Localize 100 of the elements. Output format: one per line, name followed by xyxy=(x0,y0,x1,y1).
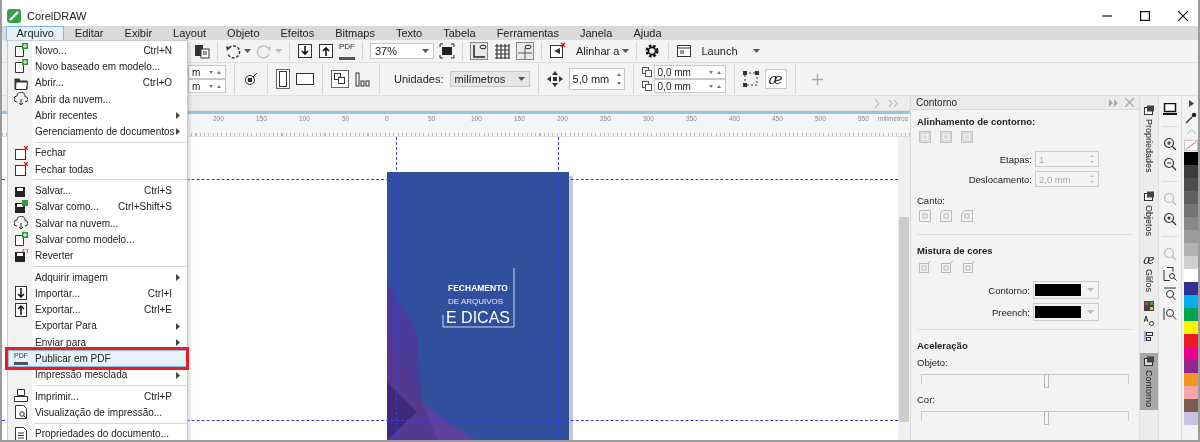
menu-item[interactable]: Efeitos xyxy=(270,25,325,41)
zoom-in-icon[interactable] xyxy=(1163,137,1177,151)
zoom-out-icon[interactable] xyxy=(1163,157,1177,171)
blend-direction-icon[interactable] xyxy=(963,260,976,273)
caret-icon[interactable] xyxy=(244,49,251,53)
docker-tab[interactable]: Objetos xyxy=(1140,187,1158,239)
monitor-icon[interactable] xyxy=(1163,103,1177,116)
color-swatch[interactable] xyxy=(1184,373,1198,386)
menu-item[interactable]: Visualização de impressão... xyxy=(8,404,187,421)
current-page-icon[interactable] xyxy=(355,71,371,87)
portrait-page-icon[interactable] xyxy=(276,69,290,89)
menu-item[interactable]: Ferramentas xyxy=(486,25,570,41)
color-swatch[interactable] xyxy=(1184,334,1198,347)
menu-item[interactable]: Texto xyxy=(385,25,433,41)
snap-to-menu[interactable]: Alinhar a xyxy=(576,45,620,57)
slider-thumb[interactable] xyxy=(1043,374,1049,388)
duplicate-offset-field[interactable]: 0,0 mm xyxy=(653,65,726,79)
corner-style-icon[interactable] xyxy=(961,210,973,222)
menu-item[interactable]: Exportar... Ctrl+E xyxy=(8,301,187,318)
menu-item[interactable]: Fechar xyxy=(8,144,187,162)
color-swatch[interactable] xyxy=(1184,217,1198,230)
grid-icon[interactable] xyxy=(493,42,511,60)
maximize-icon[interactable] xyxy=(1140,11,1150,21)
collapse-icon[interactable] xyxy=(1109,98,1119,107)
menu-item[interactable]: Gerenciamento de documentos xyxy=(8,123,187,140)
units-dropdown[interactable]: milímetros xyxy=(449,71,530,87)
color-swatch[interactable] xyxy=(1184,191,1198,204)
color-swatch[interactable] xyxy=(1184,204,1198,217)
menu-item[interactable]: Janela xyxy=(569,25,623,41)
slider-thumb[interactable] xyxy=(1043,411,1049,425)
color-swatch[interactable] xyxy=(1184,165,1198,178)
outline-position-icon[interactable] xyxy=(919,131,931,143)
rulers-icon[interactable] xyxy=(470,42,488,60)
zoom-page-icon[interactable] xyxy=(1163,247,1177,261)
page-zoom-icon[interactable] xyxy=(1163,267,1177,281)
import-icon[interactable] xyxy=(297,43,313,59)
color-swatch[interactable] xyxy=(1184,412,1198,425)
menu-item[interactable]: Enviar para xyxy=(8,334,187,351)
double-chevron-icon[interactable] xyxy=(888,98,898,108)
color-swatch[interactable] xyxy=(1184,321,1198,334)
add-icon[interactable] xyxy=(811,73,823,85)
color-swatch[interactable] xyxy=(1184,230,1198,243)
caret-icon[interactable] xyxy=(752,49,760,53)
corner-style-icon[interactable] xyxy=(940,210,952,222)
zoom-all-icon[interactable] xyxy=(1163,212,1177,226)
launch-menu[interactable]: Launch xyxy=(701,45,738,57)
size-field[interactable]: m xyxy=(188,65,226,79)
undo-icon[interactable] xyxy=(225,43,241,59)
outline-position-icon[interactable] xyxy=(961,131,973,143)
color-swatch[interactable] xyxy=(1184,152,1198,165)
color-picker[interactable] xyxy=(1033,281,1099,299)
eyedropper-icon[interactable] xyxy=(1185,112,1197,124)
all-pages-icon[interactable] xyxy=(331,70,349,88)
blend-direction-icon[interactable] xyxy=(941,260,954,273)
export-icon[interactable] xyxy=(318,43,334,59)
menu-item[interactable]: Layout xyxy=(162,25,217,41)
menu-item[interactable]: Abrir... Ctrl+O xyxy=(8,74,187,91)
menu-item[interactable]: Abrir da nuvem... xyxy=(8,90,187,108)
bounding-box-icon[interactable] xyxy=(742,71,759,87)
menu-item[interactable]: Objeto xyxy=(216,25,270,41)
menu-item[interactable]: Exibir xyxy=(114,25,163,41)
menu-item[interactable]: Salvar como modelo... xyxy=(8,231,187,248)
full-screen-icon[interactable] xyxy=(439,43,455,59)
menu-item[interactable]: Abrir recentes xyxy=(8,107,187,124)
zoom-selected-icon[interactable] xyxy=(1163,192,1177,206)
color-swatch[interactable] xyxy=(1184,269,1198,282)
docker-tab[interactable]: æ Glifos xyxy=(1140,250,1158,295)
glyphs-button[interactable]: æ xyxy=(764,69,787,89)
menu-item[interactable]: Imprimir... Ctrl+P xyxy=(8,387,187,405)
close-icon[interactable] xyxy=(1178,11,1188,21)
menu-item[interactable]: Propriedades do documento... xyxy=(8,425,187,440)
menu-item[interactable]: Reverter xyxy=(8,247,187,264)
color-swatch[interactable] xyxy=(1184,282,1198,295)
node-icon[interactable] xyxy=(243,71,259,87)
menu-item[interactable]: Exportar Para xyxy=(8,317,187,335)
size-field[interactable]: m xyxy=(188,79,226,93)
menu-item[interactable]: Impressão mesclada xyxy=(8,366,187,383)
text-styles-icon[interactable] xyxy=(1144,315,1154,326)
align-icon[interactable] xyxy=(1144,330,1154,341)
color-styles-icon[interactable] xyxy=(1144,300,1154,311)
docker-tab[interactable]: Propriedades xyxy=(1140,102,1158,176)
color-swatch[interactable] xyxy=(1184,386,1198,399)
scroll-right-icon[interactable] xyxy=(874,98,880,108)
menu-item[interactable]: Salvar como... Ctrl+Shift+S xyxy=(8,198,187,215)
caret-icon[interactable] xyxy=(622,49,630,53)
redo-icon[interactable] xyxy=(256,43,272,59)
blend-direction-icon[interactable] xyxy=(919,260,932,273)
menu-item[interactable]: Editar xyxy=(64,25,115,41)
no-color-swatch[interactable] xyxy=(1184,139,1198,152)
corner-style-icon[interactable] xyxy=(919,210,931,222)
color-swatch[interactable] xyxy=(1184,243,1198,256)
palette-menu-icon[interactable] xyxy=(1188,100,1194,107)
nudge-field[interactable]: 5,0 mm xyxy=(568,68,625,90)
menu-item[interactable]: Adquirir imagem xyxy=(8,268,187,286)
color-swatch[interactable] xyxy=(1184,295,1198,308)
outline-position-icon[interactable] xyxy=(940,131,952,143)
menu-item[interactable]: Importar... Ctrl+I xyxy=(8,285,187,302)
color-picker[interactable] xyxy=(1033,303,1099,321)
menu-item[interactable]: Salvar... Ctrl+S xyxy=(8,182,187,199)
menu-item[interactable]: Tabela xyxy=(432,25,487,41)
